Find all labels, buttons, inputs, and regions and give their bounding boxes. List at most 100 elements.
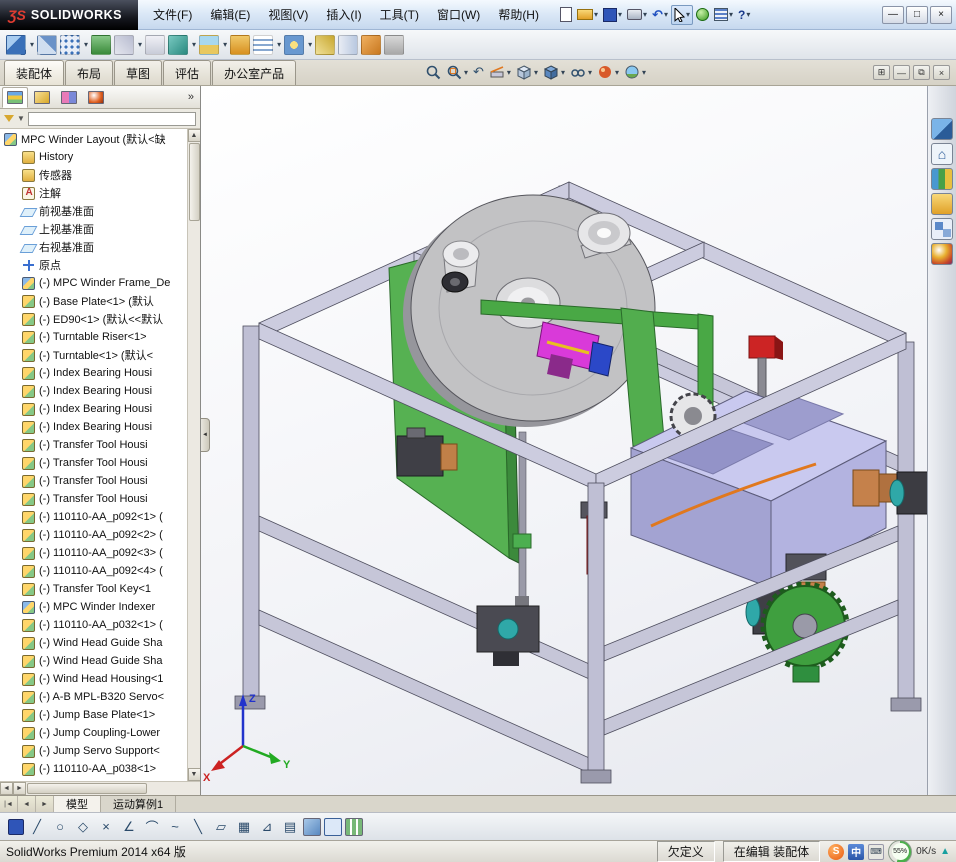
- keyboard-icon[interactable]: [868, 843, 885, 860]
- tray-up-arrow-icon[interactable]: [940, 846, 950, 857]
- tree-vertical-scrollbar[interactable]: [187, 129, 200, 781]
- sketch-trim-icon[interactable]: [96, 817, 116, 837]
- insert-components-icon[interactable]: [6, 34, 26, 55]
- design-library-icon[interactable]: [931, 143, 953, 165]
- dropdown-icon[interactable]: [30, 40, 34, 49]
- sketch-mirror-icon[interactable]: [188, 817, 208, 837]
- sketch-angle-icon[interactable]: [119, 817, 139, 837]
- tab-evaluate[interactable]: 评估: [163, 60, 212, 85]
- doc-close-button[interactable]: [933, 65, 950, 80]
- dropdown-icon[interactable]: [642, 68, 646, 77]
- menu-edit[interactable]: 编辑(E): [201, 2, 259, 27]
- tab-assembly[interactable]: 装配体: [4, 60, 65, 85]
- sketch-grid-icon[interactable]: [234, 817, 254, 837]
- tree-horizontal-scrollbar[interactable]: [0, 781, 200, 795]
- dropdown-icon[interactable]: [308, 40, 312, 49]
- tab-model[interactable]: 模型: [54, 796, 101, 812]
- feature-tree-item[interactable]: (-) Transfer Tool Housi: [0, 436, 200, 454]
- panel-collapse-button[interactable]: [201, 418, 210, 452]
- feature-tree-item[interactable]: (-) Base Plate<1> (默认: [0, 292, 200, 310]
- explode-line-sketch-icon[interactable]: [315, 34, 336, 55]
- feature-tree-item[interactable]: (-) Wind Head Housing<1: [0, 670, 200, 688]
- configurationmanager-tab[interactable]: [56, 87, 82, 108]
- menu-window[interactable]: 窗口(W): [428, 2, 489, 27]
- scrollbar-thumb[interactable]: [189, 143, 200, 221]
- dropdown-icon[interactable]: [618, 10, 622, 19]
- options-button[interactable]: [712, 6, 735, 23]
- save-icon[interactable]: [8, 818, 24, 835]
- scroll-left-icon[interactable]: [0, 782, 13, 795]
- apply-scene-button[interactable]: [623, 63, 647, 81]
- feature-tree-item[interactable]: (-) Turntable<1> (默认<: [0, 346, 200, 364]
- feature-tree-item[interactable]: (-) Wind Head Guide Sha: [0, 652, 200, 670]
- sketch-circle-icon[interactable]: [50, 817, 70, 837]
- curve-icon[interactable]: [338, 34, 359, 55]
- section-view-button[interactable]: [488, 63, 512, 81]
- dropdown-icon[interactable]: [223, 40, 227, 49]
- bearing-cylinder-dark[interactable]: [441, 271, 469, 293]
- featuremanager-tree-tab[interactable]: [2, 86, 28, 108]
- dropdown-icon[interactable]: [643, 10, 647, 19]
- solidworks-resources-icon[interactable]: [931, 118, 953, 140]
- sketch-line-icon[interactable]: [27, 817, 47, 837]
- view-orientation-button[interactable]: [515, 63, 539, 81]
- battery-gauge[interactable]: 55%: [888, 839, 913, 862]
- doc-pin-button[interactable]: [873, 65, 890, 80]
- propertymanager-tab[interactable]: [29, 87, 55, 108]
- dropdown-icon[interactable]: [277, 40, 281, 49]
- feature-tree-item[interactable]: (-) Jump Base Plate<1>: [0, 706, 200, 724]
- feature-tree-item[interactable]: (-) Wind Head Guide Sha: [0, 634, 200, 652]
- feature-tree-item[interactable]: (-) 110110-AA_p092<3> (: [0, 544, 200, 562]
- tab-layout[interactable]: 布局: [65, 60, 114, 85]
- zoom-area-button[interactable]: [445, 63, 469, 81]
- feature-tree-item[interactable]: (-) 110110-AA_p092<4> (: [0, 562, 200, 580]
- new-motion-study-icon[interactable]: [230, 34, 251, 55]
- scrollbar-thumb[interactable]: [27, 783, 147, 794]
- ime-language-icon[interactable]: 中: [848, 843, 865, 860]
- doc-restore-button[interactable]: [913, 65, 930, 80]
- feature-tree-item[interactable]: (-) A-B MPL-B320 Servo<: [0, 688, 200, 706]
- feature-tree-item[interactable]: 右视基准面: [0, 238, 200, 256]
- dropdown-icon[interactable]: [464, 68, 468, 77]
- feature-tree-item[interactable]: (-) Index Bearing Housi: [0, 400, 200, 418]
- dropdown-icon[interactable]: [664, 10, 668, 19]
- maximize-button[interactable]: [906, 5, 928, 24]
- feature-tree-item[interactable]: (-) Transfer Tool Housi: [0, 454, 200, 472]
- print-button[interactable]: [625, 7, 649, 22]
- view-palette-icon[interactable]: [931, 193, 953, 215]
- sogou-ime-icon[interactable]: S: [828, 843, 845, 860]
- dropdown-icon[interactable]: [588, 68, 592, 77]
- show-hidden-components-icon[interactable]: [145, 34, 166, 55]
- panel-tabs-overflow-button[interactable]: »: [188, 91, 200, 103]
- feature-tree-item[interactable]: (-) Transfer Tool Housi: [0, 490, 200, 508]
- dropdown-icon[interactable]: [686, 10, 690, 19]
- tab-sketch[interactable]: 草图: [114, 60, 163, 85]
- menu-file[interactable]: 文件(F): [144, 2, 201, 27]
- external-reference-icon[interactable]: [384, 34, 405, 55]
- filter-funnel-icon[interactable]: [4, 115, 14, 122]
- table-icon[interactable]: [345, 817, 363, 836]
- tab-office-products[interactable]: 办公室产品: [212, 60, 297, 85]
- feature-tree-item[interactable]: (-) 110110-AA_p092<1> (: [0, 508, 200, 526]
- edit-appearance-button[interactable]: [596, 63, 620, 81]
- feature-tree-item[interactable]: History: [0, 148, 200, 166]
- menu-help[interactable]: 帮助(H): [489, 2, 548, 27]
- minimize-button[interactable]: [882, 5, 904, 24]
- tree-filter-input[interactable]: [27, 111, 196, 126]
- feature-tree-item[interactable]: 前视基准面: [0, 202, 200, 220]
- dropdown-icon[interactable]: [561, 68, 565, 77]
- sketch-spline-icon[interactable]: [165, 817, 185, 837]
- save-button[interactable]: [601, 6, 624, 24]
- dropdown-icon[interactable]: [534, 68, 538, 77]
- sketch-parallelogram-icon[interactable]: [211, 817, 231, 837]
- feature-tree-item[interactable]: (-) 110110-AA_p038<1>: [0, 760, 200, 778]
- help-button[interactable]: [736, 6, 752, 24]
- reference-geometry-icon[interactable]: [199, 34, 220, 55]
- menu-tools[interactable]: 工具(T): [371, 2, 428, 27]
- hide-show-items-button[interactable]: [569, 63, 593, 81]
- feature-tree-item[interactable]: (-) MPC Winder Frame_De: [0, 274, 200, 292]
- scroll-down-icon[interactable]: [187, 768, 200, 781]
- previous-view-button[interactable]: [472, 63, 485, 81]
- lower-drive-unit[interactable]: [476, 605, 540, 666]
- sketch-hatch-icon[interactable]: [280, 817, 300, 837]
